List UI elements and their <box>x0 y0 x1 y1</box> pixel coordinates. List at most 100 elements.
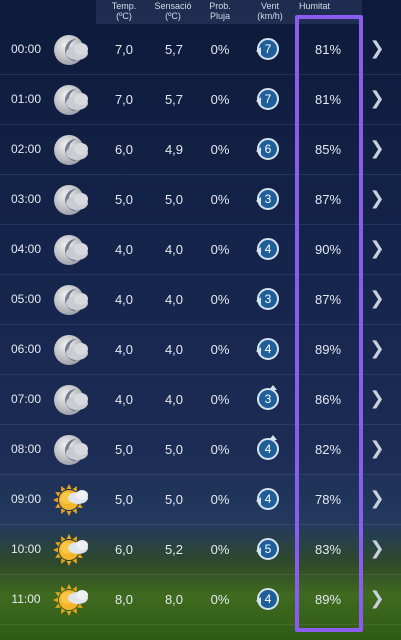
header-wind: Vent (km/h) <box>252 1 288 21</box>
row-temperature: 8,0 <box>114 592 134 607</box>
wind-arrow-icon <box>256 347 261 355</box>
row-humidity: 85% <box>314 142 342 157</box>
forecast-row[interactable]: 03:00 5,0 5,0 0% 3 87% ❯ <box>0 175 401 225</box>
row-rain-probability: 0% <box>210 492 230 507</box>
row-feels-like: 4,0 <box>164 242 184 257</box>
forecast-row[interactable]: 10:00 6,0 5,2 0% 5 83% ❯ <box>0 525 401 575</box>
row-humidity: 87% <box>314 192 342 207</box>
row-rain-probability: 0% <box>210 592 230 607</box>
row-rain-probability: 0% <box>210 242 230 257</box>
wind-direction-icon: 4 <box>254 238 282 264</box>
row-wind-speed: 7 <box>264 42 272 56</box>
forecast-row[interactable]: 05:00 4,0 4,0 0% 3 87% ❯ <box>0 275 401 325</box>
chevron-right-icon[interactable]: ❯ <box>368 488 386 509</box>
row-feels-like: 4,0 <box>164 392 184 407</box>
row-rain-probability: 0% <box>210 442 230 457</box>
row-humidity: 89% <box>314 342 342 357</box>
forecast-row[interactable]: 06:00 4,0 4,0 0% 4 89% ❯ <box>0 325 401 375</box>
chevron-right-icon[interactable]: ❯ <box>368 338 386 359</box>
row-wind-speed: 5 <box>264 542 272 556</box>
row-temperature: 5,0 <box>114 192 134 207</box>
row-time: 02:00 <box>10 142 42 156</box>
chevron-right-icon[interactable]: ❯ <box>368 138 386 159</box>
wind-speed-badge: 4 <box>256 588 279 610</box>
header-temp-label: Temp. <box>111 1 137 11</box>
row-feels-like: 5,2 <box>164 542 184 557</box>
sun-cloud-icon <box>52 583 90 617</box>
wind-speed-badge: 4 <box>256 488 279 510</box>
row-rain-probability: 0% <box>210 342 230 357</box>
forecast-row[interactable]: 11:00 8,0 8,0 0% 4 89% ❯ <box>0 575 401 625</box>
row-wind-speed: 6 <box>264 142 272 156</box>
row-rain-probability: 0% <box>210 92 230 107</box>
wind-speed-badge: 4 <box>257 435 279 460</box>
moon-cloud-icon <box>52 83 90 117</box>
moon-cloud-icon <box>52 183 90 217</box>
forecast-row[interactable]: 07:00 4,0 4,0 0% 3 86% ❯ <box>0 375 401 425</box>
row-temperature: 5,0 <box>114 492 134 507</box>
wind-speed-badge: 5 <box>256 538 279 560</box>
header-rain-sub: Pluja <box>209 11 230 21</box>
row-wind-speed: 3 <box>264 292 272 306</box>
row-humidity: 81% <box>314 42 342 57</box>
chevron-right-icon[interactable]: ❯ <box>368 288 386 309</box>
wind-arrow-icon <box>256 97 261 105</box>
chevron-right-icon[interactable]: ❯ <box>368 88 386 109</box>
row-temperature: 4,0 <box>114 392 134 407</box>
wind-arrow-icon <box>256 47 261 55</box>
wind-speed-badge: 4 <box>256 338 279 360</box>
row-time: 08:00 <box>10 442 42 456</box>
wind-direction-icon: 3 <box>254 188 282 214</box>
row-feels-like: 5,7 <box>164 92 184 107</box>
chevron-right-icon[interactable]: ❯ <box>368 438 386 459</box>
wind-direction-icon: 4 <box>254 338 282 364</box>
sun-cloud-icon <box>52 533 90 567</box>
wind-speed-badge: 4 <box>256 238 279 260</box>
wind-direction-icon: 5 <box>254 538 282 564</box>
row-temperature: 4,0 <box>114 342 134 357</box>
chevron-right-icon[interactable]: ❯ <box>368 588 386 609</box>
chevron-right-icon[interactable]: ❯ <box>368 538 386 559</box>
forecast-row[interactable]: 08:00 5,0 5,0 0% 4 82% ❯ <box>0 425 401 475</box>
wind-direction-icon: 4 <box>254 435 282 464</box>
wind-arrow-icon <box>256 247 261 255</box>
wind-direction-icon: 3 <box>254 288 282 314</box>
forecast-row[interactable]: 04:00 4,0 4,0 0% 4 90% ❯ <box>0 225 401 275</box>
moon-cloud-icon <box>52 383 90 417</box>
row-time: 07:00 <box>10 392 42 406</box>
wind-direction-icon: 3 <box>254 385 282 414</box>
moon-cloud-icon <box>52 233 90 267</box>
row-time: 11:00 <box>11 592 41 606</box>
moon-cloud-icon <box>52 33 90 67</box>
row-time: 04:00 <box>10 242 42 256</box>
row-wind-speed: 4 <box>264 442 272 456</box>
wind-arrow-icon <box>269 385 277 390</box>
chevron-right-icon[interactable]: ❯ <box>368 388 386 409</box>
header-rain-label: Prob. <box>209 1 231 11</box>
header-feel-unit: (ºC) <box>165 11 181 21</box>
row-wind-speed: 7 <box>264 92 272 106</box>
row-rain-probability: 0% <box>210 292 230 307</box>
row-rain-probability: 0% <box>210 542 230 557</box>
row-time: 06:00 <box>10 342 42 356</box>
row-feels-like: 4,9 <box>164 142 184 157</box>
row-feels-like: 5,0 <box>164 192 184 207</box>
header-temp-unit: (ºC) <box>116 11 132 21</box>
row-humidity: 87% <box>314 292 342 307</box>
forecast-row[interactable]: 09:00 5,0 5,0 0% 4 78% ❯ <box>0 475 401 525</box>
chevron-right-icon[interactable]: ❯ <box>368 238 386 259</box>
row-wind-speed: 4 <box>264 342 272 356</box>
forecast-row[interactable]: 00:00 7,0 5,7 0% 7 81% ❯ <box>0 25 401 75</box>
wind-speed-badge: 3 <box>256 288 279 310</box>
chevron-right-icon[interactable]: ❯ <box>368 38 386 59</box>
forecast-row[interactable]: 02:00 6,0 4,9 0% 6 85% ❯ <box>0 125 401 175</box>
wind-arrow-icon <box>256 547 261 555</box>
header-feel-label: Sensació <box>154 1 192 11</box>
wind-arrow-icon <box>256 147 261 155</box>
row-humidity: 81% <box>314 92 342 107</box>
chevron-right-icon[interactable]: ❯ <box>368 188 386 209</box>
header-wind-unit: (km/h) <box>257 11 283 21</box>
row-time: 03:00 <box>10 192 42 206</box>
forecast-row[interactable]: 01:00 7,0 5,7 0% 7 81% ❯ <box>0 75 401 125</box>
wind-arrow-icon <box>269 435 277 440</box>
